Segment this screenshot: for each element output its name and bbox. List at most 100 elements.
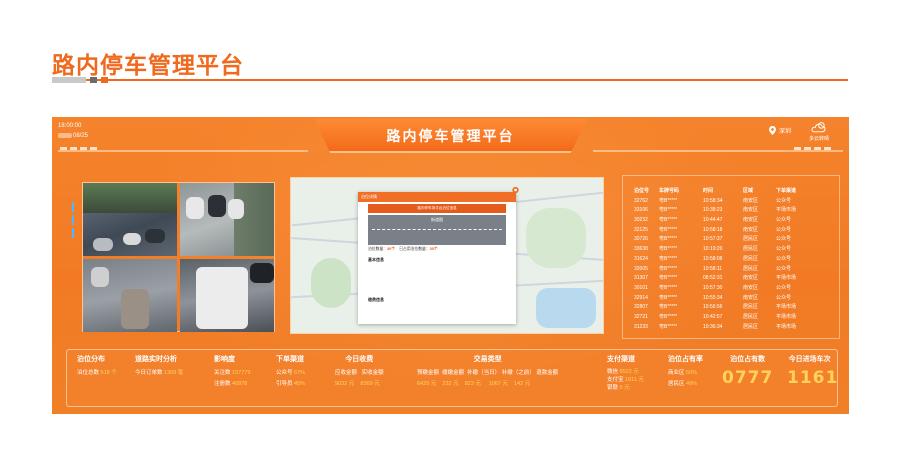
table-row[interactable]: 30101 粤B***** 10:57:30 南安区 公众号 [634,284,826,294]
table-cell: 10:58:34 [703,197,723,204]
table-cell: 南安区 [743,217,759,224]
table-cell: 粤B***** [659,246,678,253]
page-title: 路内停车管理平台 [52,53,244,79]
table-cell: 居民区 [743,304,759,311]
table-cell: 31307 [634,275,648,282]
berth-table: 泊位号 车牌号码 时间 区域 下单渠道 32762 粤B***** 10:58:34… [634,187,826,332]
table-cell: 10:58:08 [703,255,723,262]
camera-feed[interactable] [180,259,274,332]
cloud-sun-icon [811,122,826,133]
board-title: 路内停车管理平台 [386,129,515,145]
table-cell: 公众号 [776,284,792,291]
table-cell: 平场市场 [776,323,797,330]
popup-subtitle: 路内停车场平台泊位信息 [368,204,506,213]
map-panel[interactable]: 泊位详情 路内停车场平台泊位信息 街道图 泊位数量：30个 已占用泊位数量：30… [290,177,604,334]
table-cell: 31624 [634,255,648,262]
table-cell: 粤B***** [659,255,678,262]
table-cell: 10:58:18 [703,226,723,233]
table-cell: 30101 [634,284,648,291]
table-cell: 公众号 [776,236,792,243]
table-cell: 32807 [634,304,648,311]
table-cell: 粤B***** [659,284,678,291]
location-label: 深圳 [779,129,792,135]
location[interactable]: 深圳 [769,126,791,135]
table-cell: 10:19:29 [703,246,723,253]
table-cell: 32721 [634,313,648,320]
table-cell: 平场市场 [776,313,797,320]
title-divider-deco [52,77,108,83]
table-row[interactable]: 33638 粤B***** 10:19:29 居民区 公众号 [634,245,826,255]
stat-occupied: 泊位占有数 0777 [722,356,774,388]
table-cell: 居民区 [743,323,759,330]
table-row[interactable]: 31233 粤B***** 10:36:34 居民区 平场市场 [634,323,826,333]
table-cell: 粤B***** [659,323,678,330]
table-row[interactable]: 31307 粤B***** 08:52:31 南安区 平场市场 [634,274,826,284]
table-row[interactable]: 32721 粤B***** 10:42:57 居民区 平场市场 [634,313,826,323]
table-cell: 粤B***** [659,236,678,243]
table-cell: 31233 [634,323,648,330]
clock-date: 08/25 [58,133,88,139]
stat-berth-dist: 泊位分布 泊位总数 518 个 [77,356,117,376]
page: 路内停车管理平台 路内停车管理平台 18:00:00 08/25 深圳 多云转晴 [0,0,900,450]
stat-entries: 今日进场车次 1161 [787,356,839,388]
table-cell: 居民区 [743,313,759,320]
table-cell: 10:58:11 [703,265,723,272]
stat-trade-type: 交易类型 预缴金额 缓缴金额 补缴（当日） 补缴（之前） 退款金额 6429 元… [417,356,559,387]
title-divider [52,79,848,81]
table-cell: 08:52:31 [703,275,723,282]
stat-influence: 影响度 关注数 157779 注册数 40878 [214,356,251,387]
table-row[interactable]: 32125 粤B***** 10:58:18 南安区 公众号 [634,226,826,236]
stat-order-channel: 下单渠道 公众号 67% 引导员 45% [276,356,306,387]
stat-road-analysis: 道路实时分析 今日订单数 1309 笔 [135,356,184,376]
table-header: 泊位号 车牌号码 时间 区域 下单渠道 [634,188,797,194]
table-row[interactable]: 30232 粤B***** 10:44:47 南安区 公众号 [634,216,826,226]
table-row[interactable]: 32762 粤B***** 10:58:34 南安区 公众号 [634,197,826,207]
table-cell: 粤B***** [659,265,678,272]
table-cell: 粤B***** [659,275,678,282]
table-cell: 粤B***** [659,304,678,311]
table-cell: 南安区 [743,207,759,214]
table-cell: 粤B***** [659,197,678,204]
dashboard-board: 路内停车管理平台 18:00:00 08/25 深圳 多云转晴 泊位详情 路内停… [52,117,849,414]
table-cell: 居民区 [743,236,759,243]
table-row[interactable]: 32005 粤B***** 10:58:11 居民区 公众号 [634,265,826,275]
table-row[interactable]: 32914 粤B***** 10:55:34 南安区 公众号 [634,294,826,304]
table-row[interactable]: 32807 粤B***** 10:56:56 居民区 平场市场 [634,303,826,313]
table-cell: 公众号 [776,265,792,272]
weather: 多云转晴 [804,121,834,142]
table-cell: 南安区 [743,197,759,204]
table-cell: 公众号 [776,246,792,253]
camera-grid [82,182,275,332]
berth-popup[interactable]: 泊位详情 路内停车场平台泊位信息 街道图 泊位数量：30个 已占用泊位数量：30… [358,192,516,324]
table-row[interactable]: 30726 粤B***** 10:57:37 居民区 公众号 [634,235,826,245]
table-row[interactable]: 31624 粤B***** 10:58:08 居民区 公众号 [634,255,826,265]
table-cell: 粤B***** [659,217,678,224]
street-view: 街道图 [368,215,506,245]
camera-feed[interactable] [83,259,177,332]
left-deco [72,202,74,238]
table-cell: 33106 [634,207,648,214]
table-cell: 10:57:30 [703,284,723,291]
table-cell: 10:38:23 [703,207,723,214]
map-pin-icon [769,126,776,135]
table-cell: 平场市场 [776,207,797,214]
table-cell: 10:57:37 [703,236,723,243]
table-cell: 公众号 [776,197,792,204]
table-cell: 粤B***** [659,313,678,320]
camera-feed[interactable] [180,183,274,256]
table-cell: 10:44:47 [703,217,723,224]
stats-bar: 泊位分布 泊位总数 518 个 道路实时分析 今日订单数 1309 笔 影响度 … [66,349,838,407]
stat-pay-channel: 支付渠道 微信 8522 元 支付宝 1811 元 银联 0 元 [607,356,644,391]
popup-stats: 泊位数量：30个 已占用泊位数量：30个 [368,247,438,251]
table-cell: 粤B***** [659,294,678,301]
table-cell: 南安区 [743,275,759,282]
table-cell: 平场市场 [776,275,797,282]
table-cell: 公众号 [776,217,792,224]
table-cell: 公众号 [776,294,792,301]
table-cell: 居民区 [743,255,759,262]
clock-time: 18:00:00 [58,123,82,129]
camera-feed[interactable] [83,183,177,256]
table-cell: 10:36:34 [703,323,723,330]
table-row[interactable]: 33106 粤B***** 10:38:23 南安区 平场市场 [634,206,826,216]
table-cell: 公众号 [776,255,792,262]
